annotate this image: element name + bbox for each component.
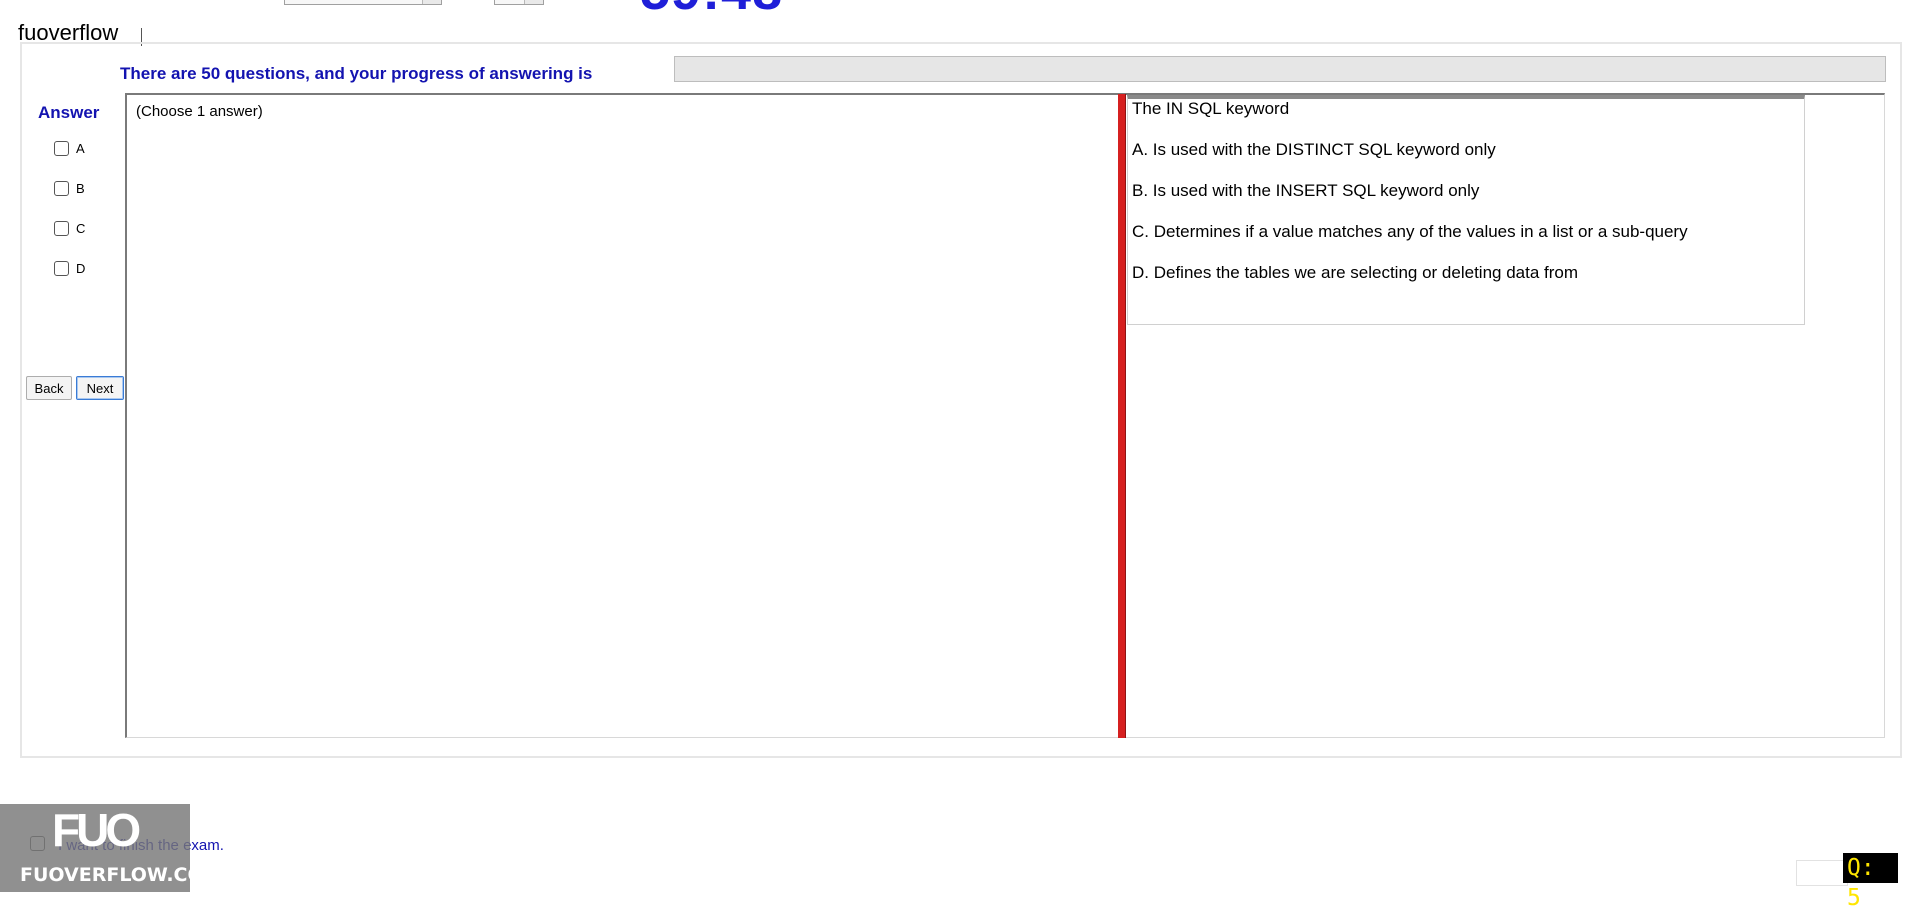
top-font-size-dropdown[interactable] (494, 0, 544, 5)
next-button[interactable]: Next (76, 376, 124, 400)
question-choice-c: C. Determines if a value matches any of … (1132, 222, 1688, 241)
answer-option-d[interactable]: D (54, 259, 85, 277)
question-choice-b: B. Is used with the INSERT SQL keyword o… (1132, 181, 1480, 200)
answer-option-c[interactable]: C (54, 219, 85, 237)
answer-option-label: C (76, 220, 86, 236)
checkbox-a[interactable] (54, 140, 69, 156)
top-dropdown[interactable] (284, 0, 442, 5)
question-stem: The IN SQL keyword (1132, 99, 1290, 118)
dropdown-arrow-icon[interactable] (422, 0, 441, 4)
answer-option-label: B (76, 180, 85, 196)
choose-instruction: (Choose 1 answer) (136, 103, 263, 120)
progress-label: There are 50 questions, and your progres… (120, 64, 593, 83)
checkbox-b[interactable] (54, 180, 69, 196)
question-choice-d: D. Defines the tables we are selecting o… (1132, 263, 1579, 282)
progress-bar (674, 56, 1886, 82)
checkbox-d[interactable] (54, 260, 69, 276)
dropdown-arrow-icon[interactable] (524, 0, 543, 4)
answer-option-b[interactable]: B (54, 179, 85, 197)
answer-title: Answer (38, 103, 100, 122)
panel-splitter[interactable] (1118, 94, 1125, 738)
question-number-badge: Q: 5 (1843, 853, 1898, 911)
question-box (1127, 95, 1805, 325)
countdown-timer: 59:48 (640, 0, 783, 18)
answer-option-label: A (76, 140, 85, 156)
watermark-logo: FUO (52, 804, 141, 856)
question-choice-a: A. Is used with the DISTINCT SQL keyword… (1132, 140, 1496, 159)
checkbox-c[interactable] (54, 220, 69, 236)
watermark-site: FUOVERFLOW.COM (20, 864, 223, 886)
answer-option-a[interactable]: A (54, 139, 85, 157)
answer-option-label: D (76, 260, 86, 276)
back-button[interactable]: Back (26, 376, 72, 400)
bottom-input[interactable] (1796, 860, 1848, 886)
